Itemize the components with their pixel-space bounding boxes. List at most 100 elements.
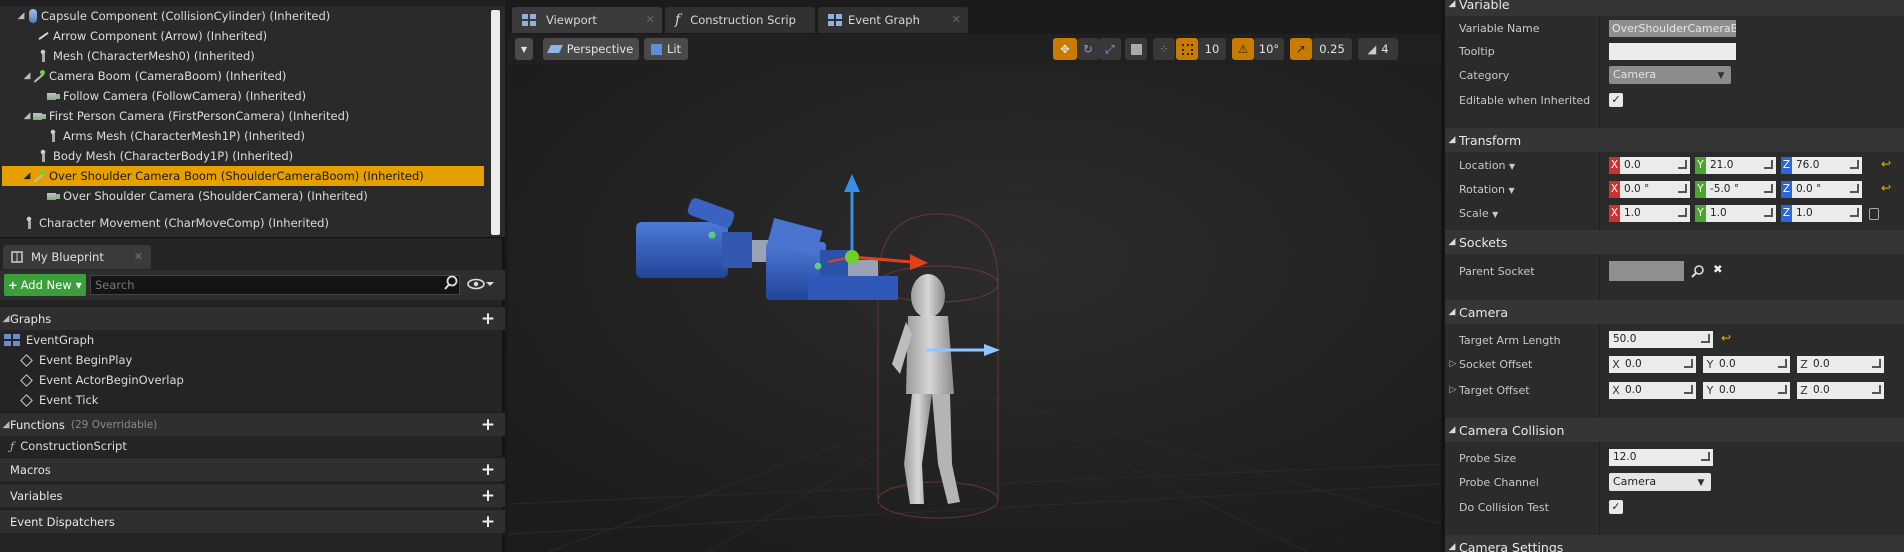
close-icon[interactable]: ✕ <box>646 13 655 26</box>
graph-item-eventgraph[interactable]: EventGraph <box>4 330 94 350</box>
target-offset-y-value[interactable]: 0.0 <box>1717 382 1790 399</box>
event-item-actorbeginoverlap[interactable]: Event ActorBeginOverlap <box>18 370 184 390</box>
scale-y-field[interactable]: Y 1.0 <box>1695 205 1776 222</box>
tab-construction-script[interactable]: f Construction Scrip <box>665 7 815 33</box>
expand-arrow-icon[interactable]: ▷ <box>1448 385 1458 395</box>
graphs-section-header[interactable]: ◢ Graphs + <box>0 306 505 330</box>
parent-socket-field[interactable] <box>1609 261 1684 281</box>
lock-icon[interactable] <box>1869 208 1879 220</box>
camera-section-header[interactable]: ◢ Camera <box>1445 300 1904 324</box>
target-offset-x-field[interactable]: X 0.0 <box>1609 382 1696 399</box>
expand-arrow-icon[interactable]: ◢ <box>22 171 32 181</box>
tree-item-mesh[interactable]: Mesh (CharacterMesh0) (Inherited) <box>2 46 484 66</box>
sockets-section-header[interactable]: ◢ Sockets <box>1445 230 1904 254</box>
close-icon[interactable]: ✕ <box>952 13 961 26</box>
editable-when-inherited-checkbox[interactable]: ✓ <box>1609 93 1623 107</box>
variables-section-header[interactable]: Variables + <box>0 483 505 507</box>
scale-x-value[interactable]: 1.0 <box>1620 205 1690 222</box>
search-icon[interactable] <box>443 275 459 291</box>
location-x-field[interactable]: X 0.0 <box>1609 157 1690 174</box>
tree-item-arrow[interactable]: Arrow Component (Arrow) (Inherited) <box>2 26 484 46</box>
expand-arrow-icon[interactable]: ◢ <box>22 111 32 121</box>
rotation-x-field[interactable]: X 0.0 ° <box>1609 181 1690 198</box>
add-macro-button[interactable]: + <box>479 461 497 479</box>
tree-item-arms-mesh[interactable]: Arms Mesh (CharacterMesh1P) (Inherited) <box>2 126 484 146</box>
event-item-beginplay[interactable]: Event BeginPlay <box>18 350 132 370</box>
add-dispatcher-button[interactable]: + <box>479 513 497 531</box>
socket-offset-z-field[interactable]: Z 0.0 <box>1797 356 1884 373</box>
location-y-value[interactable]: 21.0 <box>1706 157 1776 174</box>
browse-search-icon[interactable] <box>1691 264 1705 278</box>
rotation-z-value[interactable]: 0.0 ° <box>1792 181 1862 198</box>
rotation-snap-toggle[interactable]: ⚠ <box>1232 38 1254 60</box>
scale-snap-value[interactable]: 0.25 <box>1312 38 1352 60</box>
location-x-value[interactable]: 0.0 <box>1620 157 1690 174</box>
reset-to-default-icon[interactable]: ↩ <box>1881 157 1891 171</box>
camera-settings-section-header[interactable]: ◢ Camera Settings <box>1445 535 1904 552</box>
add-graph-button[interactable]: + <box>479 310 497 328</box>
probe-channel-dropdown[interactable]: Camera ▼ <box>1609 473 1711 491</box>
tree-item-first-person-camera[interactable]: ◢ First Person Camera (FirstPersonCamera… <box>2 106 484 126</box>
target-offset-x-value[interactable]: 0.0 <box>1623 382 1696 399</box>
tree-scrollbar[interactable] <box>491 10 500 235</box>
tab-my-blueprint[interactable]: My Blueprint ✕ <box>3 245 151 269</box>
probe-size-field[interactable]: 12.0 <box>1609 449 1713 466</box>
location-y-field[interactable]: Y 21.0 <box>1695 157 1776 174</box>
grid-snap-toggle[interactable] <box>1176 38 1198 60</box>
viewport-scene[interactable] <box>508 64 1441 552</box>
target-offset-z-field[interactable]: Z 0.0 <box>1797 382 1884 399</box>
surface-snap-button[interactable]: ⁘ <box>1153 38 1175 60</box>
location-z-field[interactable]: Z 76.0 <box>1781 157 1862 174</box>
camera-collision-section-header[interactable]: ◢ Camera Collision <box>1445 418 1904 442</box>
add-function-button[interactable]: + <box>479 416 497 434</box>
target-offset-y-field[interactable]: Y 0.0 <box>1703 382 1790 399</box>
do-collision-test-checkbox[interactable]: ✓ <box>1609 500 1623 514</box>
socket-offset-y-value[interactable]: 0.0 <box>1717 356 1790 373</box>
rotation-dropdown[interactable]: Rotation ▼ <box>1459 183 1515 196</box>
location-dropdown[interactable]: Location ▼ <box>1459 159 1515 172</box>
rotation-snap-value[interactable]: 10° <box>1254 38 1284 60</box>
tree-item-camera-boom[interactable]: ◢ Camera Boom (CameraBoom) (Inherited) <box>2 66 484 86</box>
tree-item-shoulder-camera[interactable]: Over Shoulder Camera (ShoulderCamera) (I… <box>2 186 484 206</box>
lit-button[interactable]: Lit <box>644 38 688 60</box>
rotation-y-field[interactable]: Y -5.0 ° <box>1695 181 1776 198</box>
expand-arrow-icon[interactable]: ▷ <box>1448 359 1458 369</box>
tree-item-character-movement[interactable]: Character Movement (CharMoveComp) (Inher… <box>2 213 484 233</box>
macros-section-header[interactable]: Macros + <box>0 457 505 481</box>
function-item-constructionscript[interactable]: ƒ ConstructionScript <box>10 436 127 456</box>
reset-to-default-icon[interactable]: ↩ <box>1721 331 1731 345</box>
rotation-x-value[interactable]: 0.0 ° <box>1620 181 1690 198</box>
search-input[interactable]: Search <box>90 275 460 295</box>
expand-arrow-icon[interactable]: ◢ <box>22 71 32 81</box>
tree-item-body-mesh[interactable]: Body Mesh (CharacterBody1P) (Inherited) <box>2 146 484 166</box>
tree-item-follow-camera[interactable]: Follow Camera (FollowCamera) (Inherited) <box>2 86 484 106</box>
location-z-value[interactable]: 76.0 <box>1792 157 1862 174</box>
scale-x-field[interactable]: X 1.0 <box>1609 205 1690 222</box>
socket-offset-x-field[interactable]: X 0.0 <box>1609 356 1696 373</box>
add-new-button[interactable]: + Add New ▼ <box>4 274 86 296</box>
scale-dropdown[interactable]: Scale ▼ <box>1459 207 1498 220</box>
variable-name-field[interactable]: OverShoulderCameraBo <box>1609 19 1736 37</box>
reset-to-default-icon[interactable]: ↩ <box>1881 181 1891 195</box>
variable-section-header[interactable]: ◢ Variable <box>1445 0 1904 16</box>
clear-icon[interactable]: ✖ <box>1713 262 1723 276</box>
rotation-z-field[interactable]: Z 0.0 ° <box>1781 181 1862 198</box>
scale-z-value[interactable]: 1.0 <box>1792 205 1862 222</box>
tab-viewport[interactable]: Viewport ✕ <box>512 7 662 33</box>
tree-item-capsule[interactable]: ◢ Capsule Component (CollisionCylinder) … <box>2 6 484 26</box>
perspective-button[interactable]: Perspective <box>543 38 639 60</box>
tab-event-graph[interactable]: Event Graph ✕ <box>818 7 968 33</box>
scale-snap-toggle[interactable]: ↗ <box>1290 38 1312 60</box>
event-item-tick[interactable]: Event Tick <box>18 390 98 410</box>
viewport-options-button[interactable]: ▼ <box>515 38 533 60</box>
scale-z-field[interactable]: Z 1.0 <box>1781 205 1862 222</box>
add-variable-button[interactable]: + <box>479 487 497 505</box>
grid-snap-value[interactable]: 10 <box>1198 38 1226 60</box>
target-offset-z-value[interactable]: 0.0 <box>1811 382 1884 399</box>
translate-tool-button[interactable]: ✥ <box>1053 38 1077 60</box>
dispatchers-section-header[interactable]: Event Dispatchers + <box>0 509 505 533</box>
camera-speed-button[interactable]: ◢ 4 <box>1358 38 1398 60</box>
socket-offset-y-field[interactable]: Y 0.0 <box>1703 356 1790 373</box>
expand-arrow-icon[interactable]: ◢ <box>16 11 26 21</box>
world-local-button[interactable] <box>1125 38 1147 60</box>
